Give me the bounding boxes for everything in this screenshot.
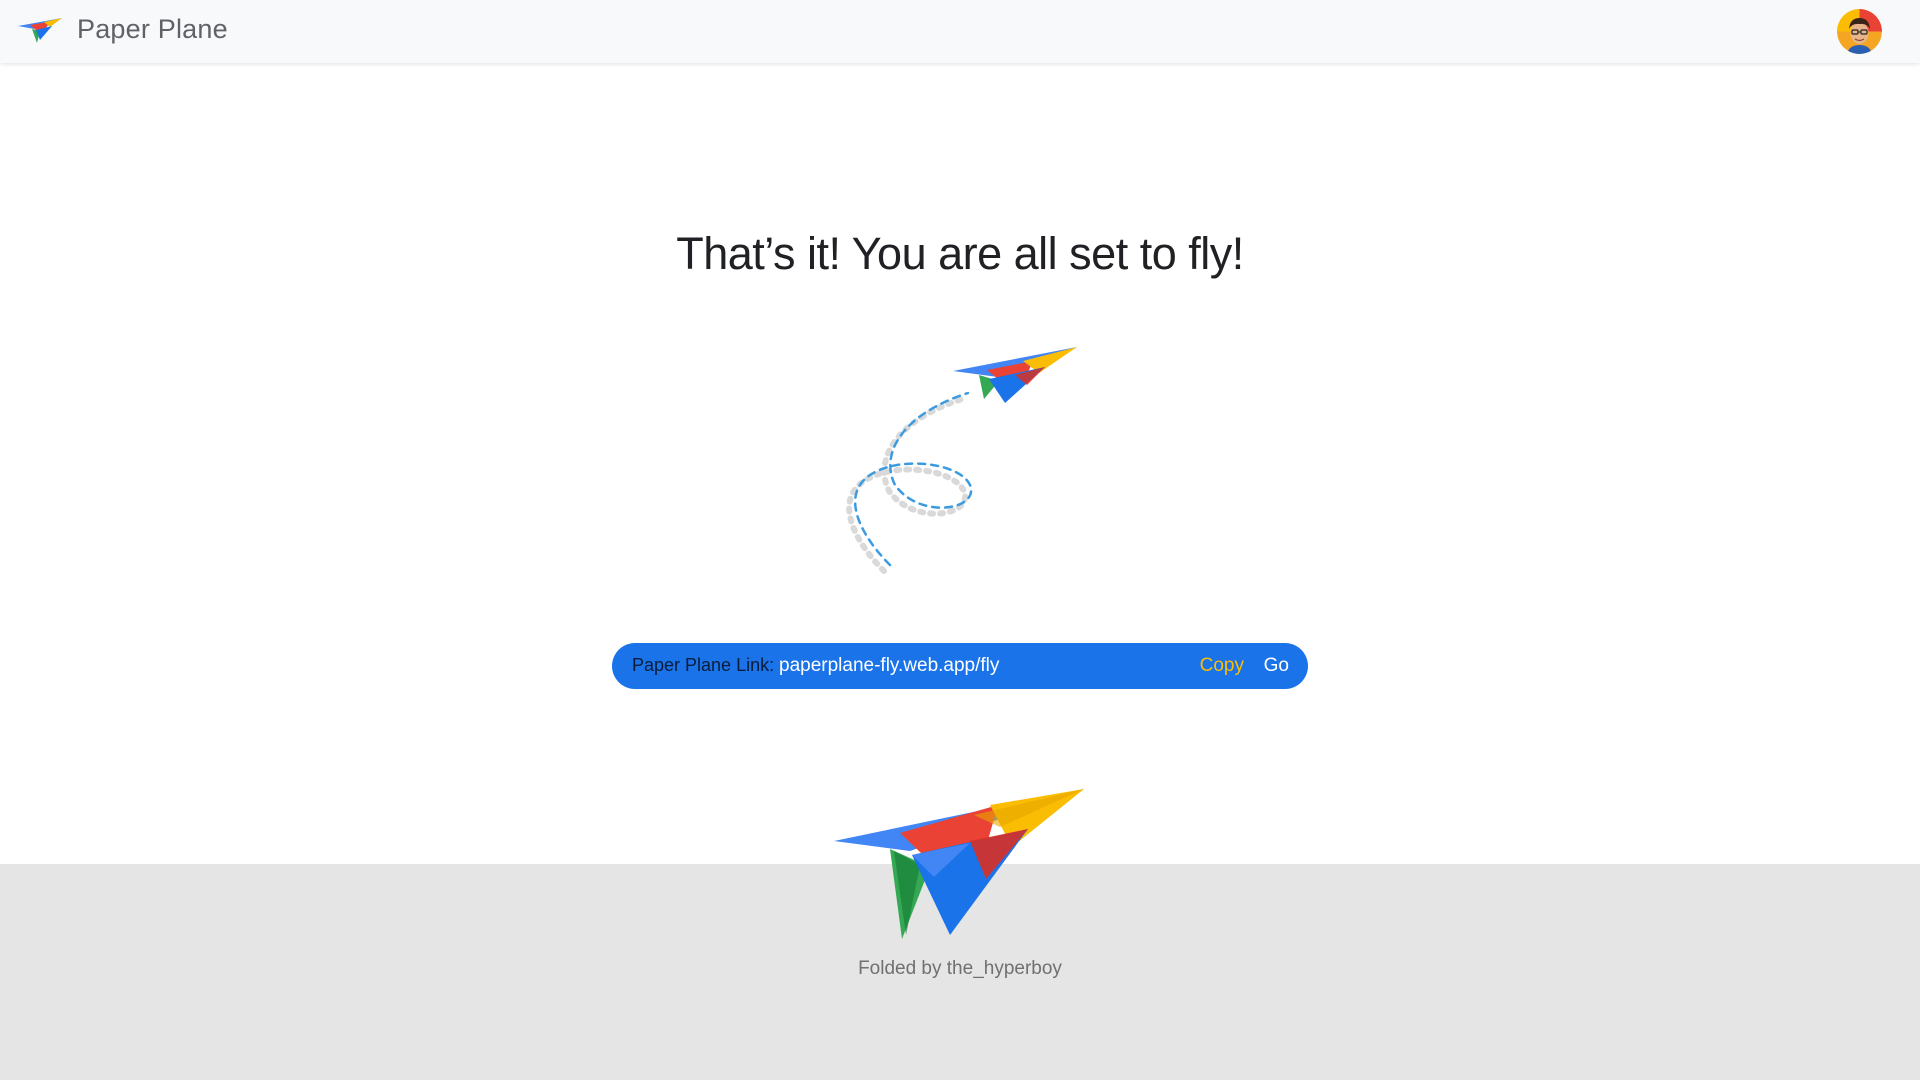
footer-credit: Folded by the_hyperboy [858, 958, 1062, 979]
copy-button[interactable]: Copy [1200, 655, 1244, 677]
user-avatar-icon[interactable] [1837, 9, 1882, 54]
link-label: Paper Plane Link: [632, 655, 775, 675]
go-button[interactable]: Go [1264, 655, 1289, 677]
paper-plane-link-bar: Paper Plane Link: paperplane-fly.web.app… [612, 643, 1308, 689]
link-url[interactable]: paperplane-fly.web.app/fly [779, 655, 999, 677]
paper-plane-large-icon [834, 789, 1084, 939]
app-title: Paper Plane [77, 14, 228, 44]
paper-plane-flight-path-icon [846, 347, 1077, 574]
top-app-bar: Paper Plane [0, 0, 1920, 63]
paper-plane-logo-icon[interactable] [18, 16, 64, 46]
page: Paper Plane That’s it! You are all set t… [0, 0, 1920, 1080]
page-headline: That’s it! You are all set to fly! [676, 228, 1244, 279]
